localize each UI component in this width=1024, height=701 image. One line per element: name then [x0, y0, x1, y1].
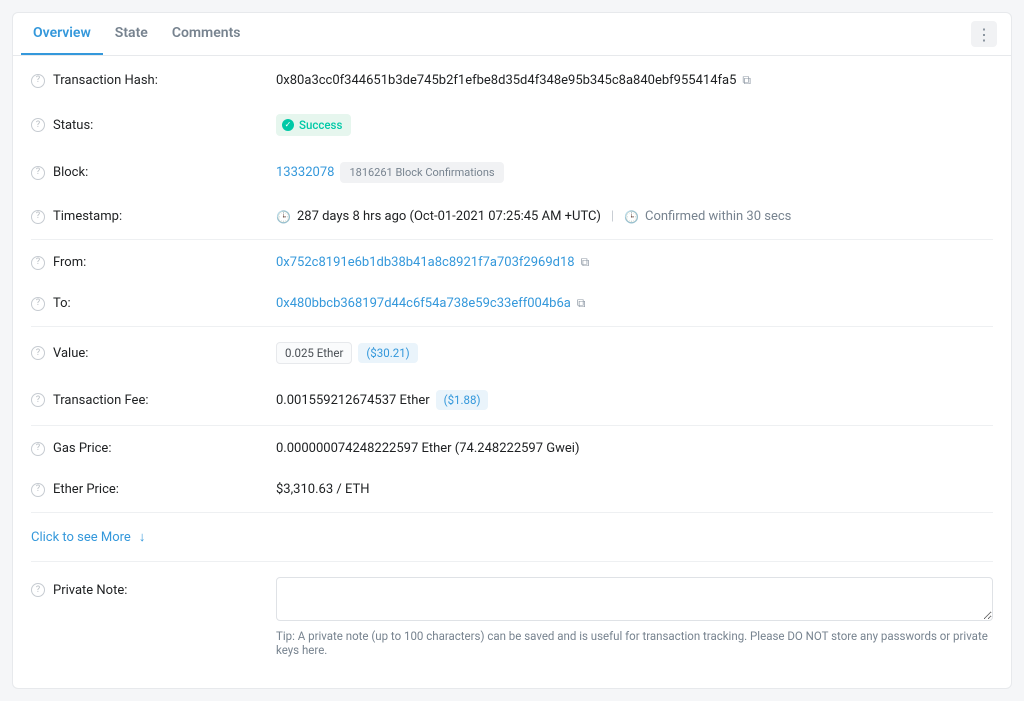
status-badge: ✓ Success: [276, 114, 351, 136]
timestamp-text: 287 days 8 hrs ago (Oct-01-2021 07:25:45…: [297, 209, 601, 224]
row-status: ? Status: ✓ Success: [31, 101, 993, 149]
clock-icon: 🕒: [624, 210, 639, 224]
from-address-link[interactable]: 0x752c8191e6b1db38b41a8c8921f7a703f2969d…: [276, 255, 575, 270]
value-eth-pill: 0.025 Ether: [276, 342, 352, 364]
row-from: ? From: 0x752c8191e6b1db38b41a8c8921f7a7…: [31, 242, 993, 283]
row-private-note: ? Private Note: Tip: A private note (up …: [31, 564, 993, 670]
help-icon[interactable]: ?: [31, 256, 45, 270]
row-gas: ? Gas Price: 0.000000074248222597 Ether …: [31, 428, 993, 469]
confirmations-pill: 1816261 Block Confirmations: [340, 162, 503, 183]
help-icon[interactable]: ?: [31, 118, 45, 132]
row-fee: ? Transaction Fee: 0.001559212674537 Eth…: [31, 377, 993, 423]
copy-icon[interactable]: ⧉: [742, 73, 751, 88]
more-menu-button[interactable]: ⋮: [971, 21, 997, 47]
block-link[interactable]: 13332078: [276, 165, 334, 180]
gas-text: 0.000000074248222597 Ether (74.248222597…: [276, 441, 579, 456]
row-value: ? Value: 0.025 Ether ($30.21): [31, 329, 993, 377]
help-icon[interactable]: ?: [31, 346, 45, 360]
copy-icon[interactable]: ⧉: [577, 296, 586, 311]
label-gas: Gas Price:: [53, 441, 111, 456]
fee-eth-text: 0.001559212674537 Ether: [276, 393, 430, 408]
ethprice-text: $3,310.63 / ETH: [276, 482, 370, 497]
row-timestamp: ? Timestamp: 🕒 287 days 8 hrs ago (Oct-0…: [31, 196, 993, 237]
label-block: Block:: [53, 165, 88, 180]
label-to: To:: [53, 296, 71, 311]
divider: [31, 425, 993, 426]
see-more-toggle[interactable]: Click to see More ↓: [31, 515, 993, 559]
value-usd-pill: ($30.21): [358, 343, 417, 363]
tab-overview[interactable]: Overview: [21, 13, 103, 55]
separator: |: [607, 209, 618, 224]
tabs-bar: Overview State Comments ⋮: [13, 13, 1011, 56]
tab-comments[interactable]: Comments: [160, 13, 253, 55]
clock-icon: 🕒: [276, 210, 291, 224]
label-timestamp: Timestamp:: [53, 209, 122, 224]
fee-usd-pill: ($1.88): [436, 390, 489, 410]
label-fee: Transaction Fee:: [53, 393, 149, 408]
help-icon[interactable]: ?: [31, 393, 45, 407]
row-block: ? Block: 13332078 1816261 Block Confirma…: [31, 149, 993, 196]
label-note: Private Note:: [53, 583, 127, 598]
label-status: Status:: [53, 118, 93, 133]
transaction-card: Overview State Comments ⋮ ? Transaction …: [12, 12, 1012, 689]
private-note-input[interactable]: [276, 577, 993, 621]
label-from: From:: [53, 255, 86, 270]
help-icon[interactable]: ?: [31, 442, 45, 456]
check-icon: ✓: [282, 119, 294, 131]
divider: [31, 326, 993, 327]
chevron-down-icon: ↓: [139, 529, 146, 545]
tab-state[interactable]: State: [103, 13, 160, 55]
help-icon[interactable]: ?: [31, 297, 45, 311]
copy-icon[interactable]: ⧉: [581, 255, 590, 270]
to-address-link[interactable]: 0x480bbcb368197d44c6f54a738e59c33eff004b…: [276, 296, 571, 311]
vertical-dots-icon: ⋮: [976, 25, 992, 44]
divider: [31, 512, 993, 513]
label-txhash: Transaction Hash:: [53, 73, 158, 88]
row-to: ? To: 0x480bbcb368197d44c6f54a738e59c33e…: [31, 283, 993, 324]
private-note-tip: Tip: A private note (up to 100 character…: [276, 629, 993, 657]
label-ethprice: Ether Price:: [53, 482, 119, 497]
overview-panel: ? Transaction Hash: 0x80a3cc0f344651b3de…: [13, 56, 1011, 688]
help-icon[interactable]: ?: [31, 483, 45, 497]
confirmed-within-text: Confirmed within 30 secs: [645, 209, 791, 224]
divider: [31, 239, 993, 240]
row-ethprice: ? Ether Price: $3,310.63 / ETH: [31, 469, 993, 510]
row-txhash: ? Transaction Hash: 0x80a3cc0f344651b3de…: [31, 60, 993, 101]
see-more-label: Click to see More: [31, 530, 131, 545]
divider: [31, 561, 993, 562]
help-icon[interactable]: ?: [31, 583, 45, 597]
help-icon[interactable]: ?: [31, 210, 45, 224]
value-txhash: 0x80a3cc0f344651b3de745b2f1efbe8d35d4f34…: [276, 73, 736, 88]
help-icon[interactable]: ?: [31, 166, 45, 180]
label-value: Value:: [53, 346, 88, 361]
status-text: Success: [299, 118, 342, 132]
help-icon[interactable]: ?: [31, 74, 45, 88]
